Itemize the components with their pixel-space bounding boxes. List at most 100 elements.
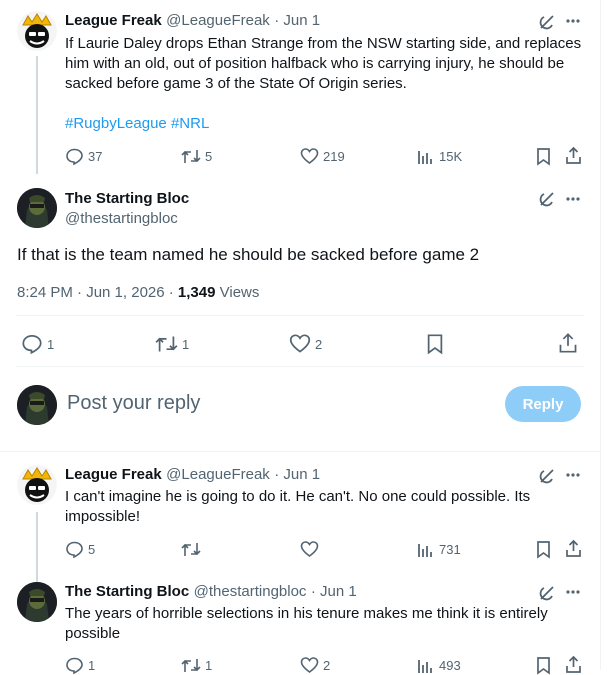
reply-count: 1 xyxy=(88,658,96,673)
reply-icon xyxy=(22,335,42,355)
retweet-count: 1 xyxy=(205,658,213,673)
like-button[interactable] xyxy=(300,540,319,559)
views-total: 1,349 xyxy=(177,284,216,301)
views-button[interactable]: 731 xyxy=(416,540,461,559)
hashtag-link[interactable]: #NRL xyxy=(171,115,209,132)
share-icon xyxy=(559,333,577,353)
views-icon xyxy=(418,660,432,673)
tweet-text: The years of horrible selections in his … xyxy=(65,605,548,642)
tweet-header: League Freak @LeagueFreak · Jun 1 xyxy=(65,12,320,30)
retweet-button[interactable]: 1 xyxy=(181,656,212,675)
reply-button[interactable]: 1 xyxy=(65,656,95,675)
reply-icon xyxy=(66,148,83,166)
views-icon xyxy=(418,151,432,164)
tweet-date[interactable]: · Jun 1 xyxy=(311,583,357,600)
like-icon xyxy=(300,148,319,164)
tweet-text: If Laurie Daley drops Ethan Strange from… xyxy=(65,35,582,92)
reply-icon xyxy=(66,657,83,675)
share-icon xyxy=(566,539,581,557)
avatar-the-starting-bloc[interactable] xyxy=(17,188,57,228)
share-button[interactable] xyxy=(564,146,583,165)
reply-button[interactable]: 5 xyxy=(65,540,95,559)
retweet-count: 5 xyxy=(205,149,213,164)
avatar-league-freak[interactable] xyxy=(17,11,57,51)
like-icon xyxy=(300,541,319,557)
tweet-date[interactable]: · Jun 1 xyxy=(274,466,320,483)
reply-count: 37 xyxy=(88,149,103,164)
hashtag-link[interactable]: #RugbyLeague xyxy=(65,115,167,132)
reply-input[interactable]: Post your reply xyxy=(67,392,200,415)
grok-icon[interactable] xyxy=(538,190,556,208)
user-handle[interactable]: @LeagueFreak xyxy=(166,12,270,29)
views-count: 15K xyxy=(439,149,463,164)
like-count: 2 xyxy=(315,336,323,352)
reply-count: 5 xyxy=(88,542,96,557)
more-icon[interactable] xyxy=(565,196,581,202)
reply-submit-button[interactable]: Reply xyxy=(505,386,581,422)
like-button[interactable]: 219 xyxy=(300,147,345,166)
thread-line xyxy=(36,512,38,584)
user-handle[interactable]: @thestartingbloc xyxy=(65,210,178,227)
retweet-count: 1 xyxy=(182,336,190,352)
like-count: 219 xyxy=(323,149,345,164)
like-button[interactable]: 2 xyxy=(300,656,330,675)
like-icon xyxy=(300,657,319,673)
bookmark-icon xyxy=(537,148,550,166)
more-icon[interactable] xyxy=(565,472,581,478)
like-count: 2 xyxy=(323,658,331,673)
share-button[interactable] xyxy=(564,539,583,558)
avatar-league-freak[interactable] xyxy=(17,465,57,505)
main-tweet-text: If that is the team named he should be s… xyxy=(17,245,480,264)
like-icon xyxy=(289,334,311,353)
reply-icon xyxy=(66,541,83,559)
like-button[interactable]: 2 xyxy=(289,333,322,355)
views-count: 731 xyxy=(439,542,461,557)
bookmark-button[interactable] xyxy=(425,333,445,355)
share-icon xyxy=(566,146,581,164)
user-handle[interactable]: @thestartingbloc xyxy=(194,583,307,600)
divider xyxy=(16,315,584,316)
avatar-current-user[interactable] xyxy=(17,385,57,425)
bookmark-icon xyxy=(537,657,550,675)
display-name[interactable]: The Starting Bloc xyxy=(65,583,189,600)
views-label: Views xyxy=(215,284,260,301)
tweet-timestamp[interactable]: 8:24 PM · Jun 1, 2026 · xyxy=(17,284,178,301)
divider xyxy=(0,451,600,452)
retweet-button[interactable]: 5 xyxy=(181,147,212,166)
divider xyxy=(16,366,584,367)
bookmark-icon xyxy=(537,541,550,559)
more-icon[interactable] xyxy=(565,18,581,24)
retweet-icon xyxy=(181,150,201,163)
views-count: 493 xyxy=(439,658,461,673)
retweet-icon xyxy=(155,336,178,352)
grok-icon[interactable] xyxy=(538,13,556,31)
views-button[interactable]: 15K xyxy=(416,147,462,166)
tweet-header: The Starting Bloc @thestartingbloc · Jun… xyxy=(65,583,357,601)
bookmark-button[interactable] xyxy=(535,656,552,675)
retweet-icon xyxy=(181,659,201,672)
display-name[interactable]: The Starting Bloc xyxy=(65,190,189,207)
hashtag-row: #RugbyLeague #NRL xyxy=(65,114,209,134)
tweet-meta: 8:24 PM · Jun 1, 2026 · 1,349 Views xyxy=(17,284,259,301)
tweet-date[interactable]: · Jun 1 xyxy=(274,12,320,29)
bookmark-button[interactable] xyxy=(535,147,552,166)
retweet-button[interactable] xyxy=(181,540,201,559)
tweet-header: League Freak @LeagueFreak · Jun 1 xyxy=(65,466,320,484)
display-name[interactable]: League Freak xyxy=(65,12,162,29)
views-button[interactable]: 493 xyxy=(416,656,461,675)
display-name[interactable]: League Freak xyxy=(65,466,162,483)
grok-icon[interactable] xyxy=(538,584,556,602)
reply-button[interactable]: 1 xyxy=(21,333,54,355)
retweet-button[interactable]: 1 xyxy=(155,333,189,355)
views-icon xyxy=(418,544,432,557)
share-button[interactable] xyxy=(557,332,579,354)
user-handle[interactable]: @LeagueFreak xyxy=(166,466,270,483)
reply-button[interactable]: 37 xyxy=(65,147,102,166)
grok-icon[interactable] xyxy=(538,467,556,485)
bookmark-icon xyxy=(427,334,443,355)
share-icon xyxy=(566,655,581,673)
bookmark-button[interactable] xyxy=(535,540,552,559)
avatar-the-starting-bloc[interactable] xyxy=(17,582,57,622)
more-icon[interactable] xyxy=(565,589,581,595)
share-button[interactable] xyxy=(564,655,583,674)
